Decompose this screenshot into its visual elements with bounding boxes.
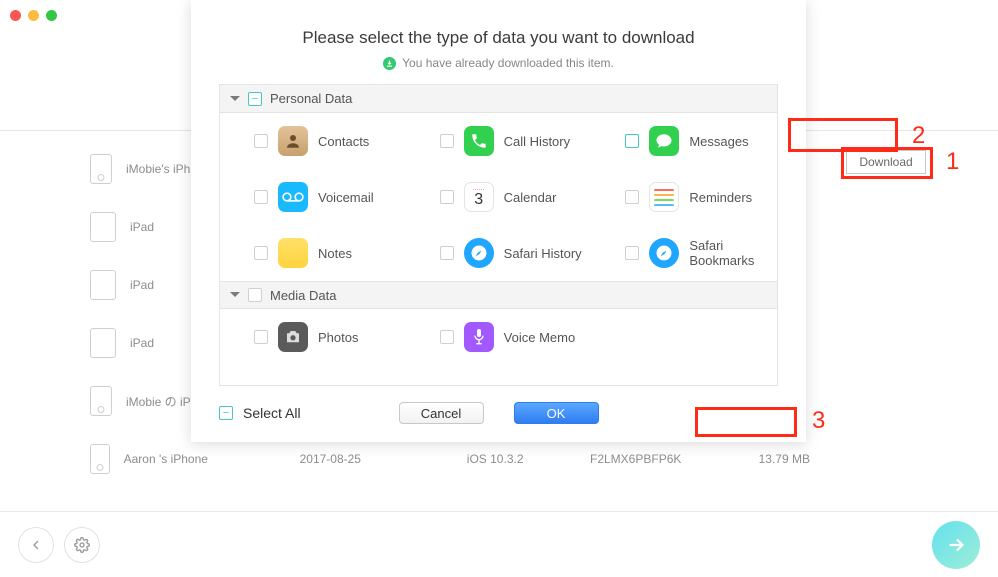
voicemail-icon [278,182,308,212]
window-traffic-lights [10,10,57,21]
item-notes[interactable]: Notes [220,225,406,281]
item-label: Calendar [504,190,557,205]
item-calendar[interactable]: …… 3 Calendar [406,169,592,225]
close-window-button[interactable] [10,10,21,21]
ipad-icon [90,328,116,358]
item-label: Call History [504,134,570,149]
select-data-type-modal: Please select the type of data you want … [191,0,806,442]
cancel-button[interactable]: Cancel [399,402,484,424]
annotation-number-2: 2 [912,122,925,150]
item-label: Safari History [504,246,582,261]
annotation-number-3: 3 [812,407,825,435]
category-label: Personal Data [270,91,352,106]
footer-bar [0,511,998,577]
reminders-icon [649,182,679,212]
modal-subtitle-text: You have already downloaded this item. [402,56,614,70]
item-label: Voicemail [318,190,374,205]
item-reminders[interactable]: Reminders [591,169,777,225]
ipad-icon [90,212,116,242]
item-label: Voice Memo [504,330,576,345]
checkbox[interactable] [440,330,454,344]
ipad-icon [90,270,116,300]
item-label: Contacts [318,134,369,149]
item-voice-memo[interactable]: Voice Memo [406,309,592,365]
modal-footer: − Select All Cancel OK [219,396,778,430]
data-type-panel: − Personal Data Contacts Call History [219,84,778,386]
category-checkbox[interactable] [248,288,262,302]
checkbox[interactable] [254,190,268,204]
checkbox[interactable] [625,246,639,260]
item-voicemail[interactable]: Voicemail [220,169,406,225]
already-downloaded-icon [383,57,396,70]
download-button[interactable]: Download [846,150,926,174]
phone-icon [464,126,494,156]
maximize-window-button[interactable] [46,10,57,21]
checkbox[interactable] [440,246,454,260]
checkbox[interactable] [440,134,454,148]
category-header-media[interactable]: Media Data [220,281,777,309]
item-label: Safari Bookmarks [689,238,777,268]
settings-button[interactable] [64,527,100,563]
safari-icon [464,238,494,268]
next-button[interactable] [932,521,980,569]
item-contacts[interactable]: Contacts [220,113,406,169]
checkbox[interactable] [625,190,639,204]
microphone-icon [464,322,494,352]
notes-icon [278,238,308,268]
camera-icon [278,322,308,352]
item-safari-bookmarks[interactable]: Safari Bookmarks [591,225,777,281]
iphone-icon [90,444,110,474]
messages-icon [649,126,679,156]
back-button[interactable] [18,527,54,563]
item-label: Reminders [689,190,752,205]
device-id: F2LMX6PBFP6K [590,452,740,466]
item-label: Photos [318,330,358,345]
checkbox[interactable] [440,190,454,204]
media-data-items: Photos Voice Memo [220,309,777,365]
annotation-number-1: 1 [946,148,959,176]
personal-data-items: Contacts Call History Messages [220,113,777,281]
category-header-personal[interactable]: − Personal Data [220,85,777,113]
device-name: Aaron 's iPhone [124,452,300,466]
backup-size: 13.79 MB [740,452,810,466]
minimize-window-button[interactable] [28,10,39,21]
checkbox[interactable] [254,246,268,260]
device-os: iOS 10.3.2 [467,452,590,466]
checkbox[interactable] [254,330,268,344]
item-messages[interactable]: Messages [591,113,777,169]
category-checkbox-partial[interactable]: − [248,92,262,106]
contacts-icon [278,126,308,156]
select-all-label: Select All [243,405,301,421]
ok-button[interactable]: OK [514,402,599,424]
backup-date: 2017-08-25 [300,452,467,466]
iphone-icon [90,154,112,184]
iphone-icon [90,386,112,416]
item-photos[interactable]: Photos [220,309,406,365]
item-label: Notes [318,246,352,261]
item-safari-history[interactable]: Safari History [406,225,592,281]
modal-title: Please select the type of data you want … [191,28,806,48]
checkbox-checked[interactable] [625,134,639,148]
select-all-checkbox-partial[interactable]: − [219,406,233,420]
item-label: Messages [689,134,748,149]
safari-icon [649,238,679,268]
calendar-icon: …… 3 [464,182,494,212]
category-label: Media Data [270,288,336,303]
chevron-down-icon [230,96,240,106]
modal-subtitle: You have already downloaded this item. [191,56,806,70]
item-call-history[interactable]: Call History [406,113,592,169]
chevron-down-icon [230,292,240,302]
checkbox[interactable] [254,134,268,148]
select-all-row[interactable]: − Select All [219,405,301,421]
